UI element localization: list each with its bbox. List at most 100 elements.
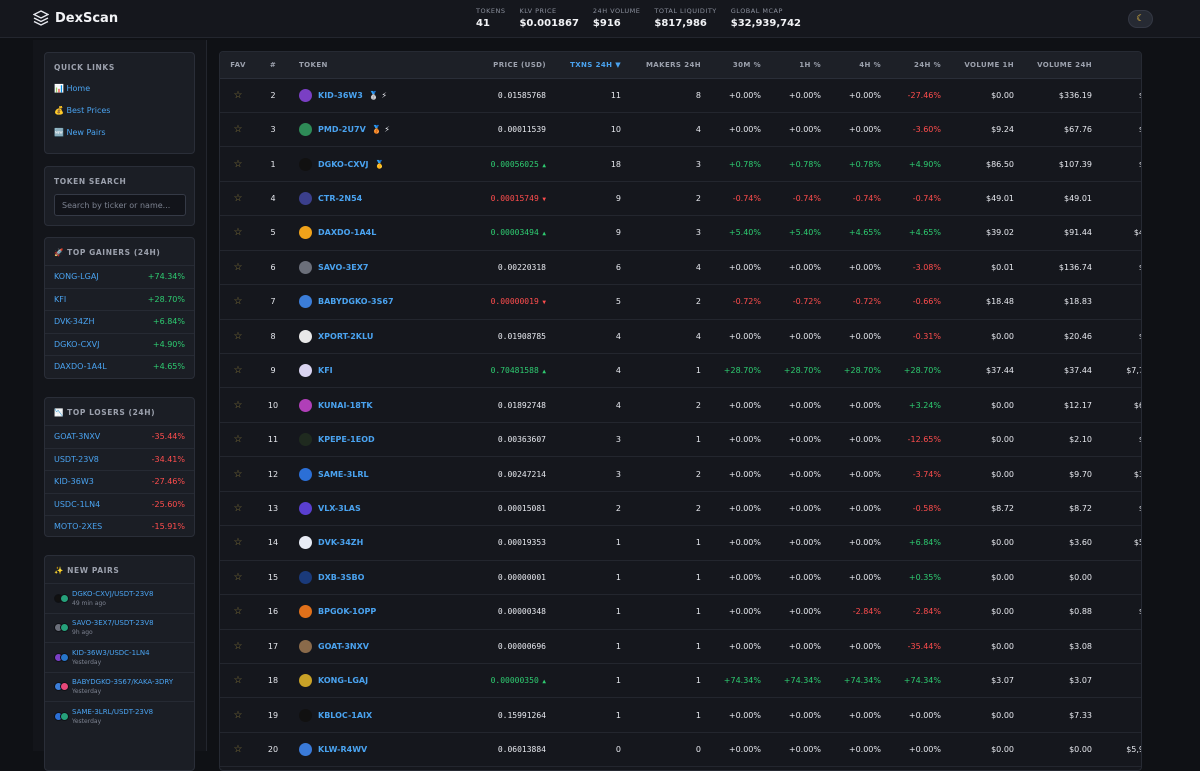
brand[interactable]: DexScan <box>33 10 118 26</box>
table-row[interactable]: ☆18KONG-LGAJ0.0000035011+74.34%+74.34%+7… <box>220 663 1141 699</box>
table-row[interactable]: ☆ 8 XPORT-2KLU 0.01908785 4 4 +0.00% +0.00% +0.0… <box>220 319 1141 355</box>
token-cell[interactable]: DXB-3SBO <box>290 560 450 596</box>
table-row[interactable]: ☆5DAXDO-1A4L0.0000349493+5.40%+5.40%+4.6… <box>220 215 1141 251</box>
quick-link-best-prices[interactable]: 💰 Best Prices <box>45 100 194 122</box>
new-pair-item[interactable]: SAVO-3EX7/USDT-23V8 9h ago <box>45 612 194 643</box>
table-row[interactable]: ☆4CTR-2N540.0001574992-0.74%-0.74%-0.74%… <box>220 181 1141 217</box>
token-name-link[interactable]: GOAT-3NXV <box>318 642 369 651</box>
table-row[interactable]: ☆9KFI0.7048158841+28.70%+28.70%+28.70%+2… <box>220 353 1141 389</box>
token-name-link[interactable]: CTR-2N54 <box>318 194 362 203</box>
header-30m[interactable]: 30M % <box>710 52 770 79</box>
token-cell[interactable]: DVK-34ZH <box>290 525 450 561</box>
gainer-item[interactable]: DAXDO-1A4L +4.65% <box>45 355 194 378</box>
favorite-star-icon[interactable]: ☆ <box>220 353 256 389</box>
table-row[interactable]: ☆ 12 SAME-3LRL 0.00247214 3 2 +0.00% +0.00% +0.0… <box>220 456 1141 492</box>
table-row[interactable]: ☆ 19 KBLOC-1AIX 0.15991264 1 1 +0.00% +0.00% +0.… <box>220 697 1141 733</box>
loser-item[interactable]: GOAT-3NXV -35.44% <box>45 425 194 448</box>
token-name-link[interactable]: KONG-LGAJ <box>318 676 368 685</box>
table-row[interactable]: ☆ 20 KLW-R4WV 0.06013884 0 0 +0.00% +0.00% +0.00… <box>220 732 1141 768</box>
pair-name[interactable]: SAVO-3EX7/USDT-23V8 <box>72 619 154 627</box>
favorite-star-icon[interactable]: ☆ <box>220 697 256 733</box>
gainer-item[interactable]: DGKO-CXVJ +4.90% <box>45 332 194 356</box>
new-pair-item[interactable]: KID-36W3/USDC-1LN4 Yesterday <box>45 642 194 672</box>
token-cell[interactable]: KONG-LGAJ <box>290 663 450 699</box>
pair-name[interactable]: SAME-3LRL/USDT-23V8 <box>72 708 153 716</box>
table-row[interactable]: ☆ 15 DXB-3SBO 0.00000001 1 1 +0.00% +0.00% +0.00… <box>220 560 1141 596</box>
token-cell[interactable]: VLX-3LAS <box>290 491 450 527</box>
mover-token-name[interactable]: KONG-LGAJ <box>54 266 99 288</box>
token-cell[interactable]: GOAT-3NXV <box>290 629 450 664</box>
favorite-star-icon[interactable]: ☆ <box>220 112 256 148</box>
mover-token-name[interactable]: KID-36W3 <box>54 471 94 493</box>
table-row[interactable]: ☆ 13 VLX-3LAS 0.00015081 2 2 +0.00% +0.00% +0.00… <box>220 491 1141 527</box>
favorite-star-icon[interactable]: ☆ <box>220 732 256 768</box>
token-search-input[interactable] <box>54 194 186 216</box>
token-name-link[interactable]: BPGOK-1OPP <box>318 607 376 616</box>
favorite-star-icon[interactable]: ☆ <box>220 78 256 113</box>
token-cell[interactable]: CTR-2N54 <box>290 181 450 217</box>
header-token[interactable]: TOKEN <box>290 52 450 79</box>
token-cell[interactable]: KUNAI-18TK <box>290 387 450 423</box>
header-4h[interactable]: 4H % <box>830 52 890 79</box>
token-cell[interactable]: KPEPE-1EOD <box>290 422 450 458</box>
token-name-link[interactable]: DAXDO-1A4L <box>318 228 376 237</box>
table-row[interactable]: ☆ 17 GOAT-3NXV 0.00000696 1 1 +0.00% +0.00% +0.0… <box>220 629 1141 664</box>
header-volume-24h[interactable]: VOLUME 24H <box>1023 52 1101 79</box>
mover-token-name[interactable]: DAXDO-1A4L <box>54 356 107 378</box>
token-cell[interactable]: SAVO-3EX7 <box>290 250 450 286</box>
favorite-star-icon[interactable]: ☆ <box>220 387 256 423</box>
token-name-link[interactable]: XPORT-2KLU <box>318 332 373 341</box>
token-cell[interactable]: KBLOC-1AIX <box>290 697 450 733</box>
mover-token-name[interactable]: KFI <box>54 289 66 311</box>
token-name-link[interactable]: KLW-R4WV <box>318 745 367 754</box>
token-name-link[interactable]: VLX-3LAS <box>318 504 361 513</box>
table-row[interactable]: ☆ 16 BPGOK-1OPP 0.00000348 1 1 +0.00% +0.00% -2.… <box>220 594 1141 630</box>
quick-link-home[interactable]: 📊 Home <box>45 78 194 100</box>
favorite-star-icon[interactable]: ☆ <box>220 181 256 217</box>
favorite-star-icon[interactable]: ☆ <box>220 456 256 492</box>
token-name-link[interactable]: KUNAI-18TK <box>318 401 373 410</box>
favorite-star-icon[interactable]: ☆ <box>220 663 256 699</box>
favorite-star-icon[interactable]: ☆ <box>220 319 256 355</box>
pair-name[interactable]: DGKO-CXVJ/USDT-23V8 <box>72 590 153 598</box>
pair-name[interactable]: KID-36W3/USDC-1LN4 <box>72 649 150 657</box>
favorite-star-icon[interactable]: ☆ <box>220 629 256 664</box>
loser-item[interactable]: MOTO-2XES -15.91% <box>45 515 194 538</box>
favorite-star-icon[interactable]: ☆ <box>220 560 256 596</box>
token-name-link[interactable]: DVK-34ZH <box>318 538 363 547</box>
table-row[interactable]: ☆ 11 KPEPE-1EOD 0.00363607 3 1 +0.00% +0.00% +0.… <box>220 422 1141 458</box>
token-name-link[interactable]: SAME-3LRL <box>318 470 369 479</box>
favorite-star-icon[interactable]: ☆ <box>220 491 256 527</box>
mover-token-name[interactable]: DGKO-CXVJ <box>54 334 99 356</box>
loser-item[interactable]: USDT-23V8 -34.41% <box>45 447 194 471</box>
theme-toggle-button[interactable]: ☾ <box>1128 10 1153 28</box>
new-pair-item[interactable]: DGKO-CXVJ/USDT-23V8 49 min ago <box>45 583 194 613</box>
mover-token-name[interactable]: MOTO-2XES <box>54 516 102 538</box>
new-pair-item[interactable]: SAME-3LRL/USDT-23V8 Yesterday <box>45 701 194 731</box>
gainer-item[interactable]: DVK-34ZH +6.84% <box>45 310 194 333</box>
favorite-star-icon[interactable]: ☆ <box>220 146 256 182</box>
token-name-link[interactable]: KBLOC-1AIX <box>318 711 372 720</box>
mover-token-name[interactable]: USDC-1LN4 <box>54 494 100 516</box>
gainer-item[interactable]: KFI +28.70% <box>45 287 194 311</box>
token-cell[interactable]: KFI <box>290 353 450 389</box>
token-cell[interactable]: BABYDGKO-3S67 <box>290 284 450 320</box>
header-1h[interactable]: 1H % <box>770 52 830 79</box>
token-cell[interactable]: DAXDO-1A4L <box>290 215 450 251</box>
favorite-star-icon[interactable]: ☆ <box>220 284 256 320</box>
header-price[interactable]: PRICE (USD) <box>450 52 555 79</box>
token-cell[interactable]: PMD-2U7V 🥉 ⚡ <box>290 112 450 148</box>
header-24h[interactable]: 24H % <box>890 52 950 79</box>
token-cell[interactable]: XPORT-2KLU <box>290 319 450 355</box>
favorite-star-icon[interactable]: ☆ <box>220 215 256 251</box>
new-pair-item[interactable]: BABYDGKO-3S67/KAKA-3DRY Yesterday <box>45 671 194 702</box>
favorite-star-icon[interactable]: ☆ <box>220 422 256 458</box>
token-cell[interactable]: DGKO-CXVJ 🥇 <box>290 146 450 182</box>
gainer-item[interactable]: KONG-LGAJ +74.34% <box>45 265 194 288</box>
token-name-link[interactable]: SAVO-3EX7 <box>318 263 369 272</box>
token-name-link[interactable]: KID-36W3 <box>318 91 363 100</box>
quick-link-new-pairs[interactable]: 🆕 New Pairs <box>45 122 194 144</box>
token-name-link[interactable]: DXB-3SBO <box>318 573 364 582</box>
token-name-link[interactable]: KFI <box>318 366 333 375</box>
mover-token-name[interactable]: DVK-34ZH <box>54 311 94 333</box>
